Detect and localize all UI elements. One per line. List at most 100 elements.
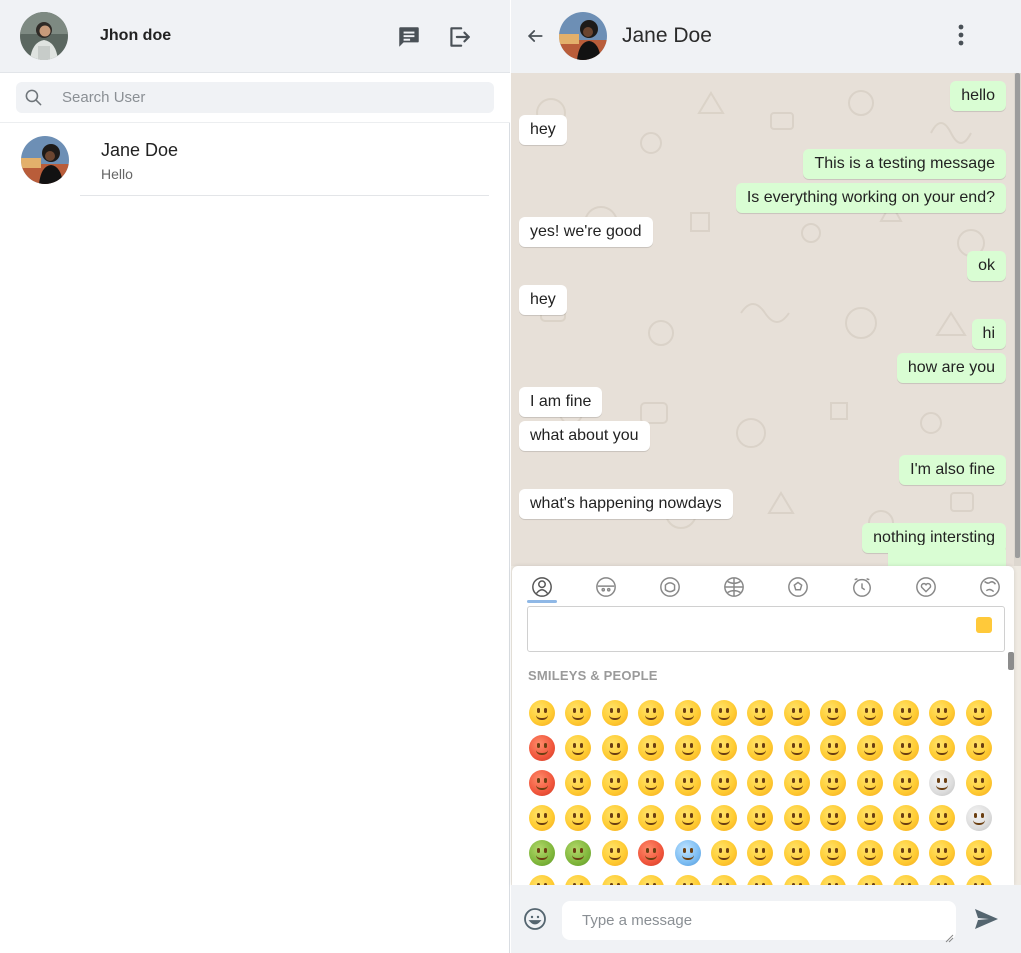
emoji-button[interactable] (929, 735, 955, 761)
emoji-button[interactable] (893, 875, 919, 885)
emoji-button[interactable] (529, 700, 555, 726)
emoji-button[interactable] (529, 840, 555, 866)
emoji-button[interactable] (857, 735, 883, 761)
emoji-button[interactable] (929, 840, 955, 866)
emoji-scrollbar-thumb[interactable] (1008, 652, 1014, 670)
emoji-button[interactable] (893, 840, 919, 866)
emoji-button[interactable] (675, 770, 701, 796)
emoji-button[interactable] (675, 840, 701, 866)
skin-tone-selector[interactable] (976, 617, 992, 633)
emoji-button[interactable] (675, 875, 701, 885)
emoji-button[interactable] (529, 875, 555, 885)
message-list[interactable]: hello hey This is a testing message Is ever… (511, 73, 1021, 566)
emoji-button[interactable] (966, 875, 992, 885)
emoji-button[interactable] (784, 700, 810, 726)
emoji-button[interactable] (747, 770, 773, 796)
emoji-button[interactable] (638, 805, 664, 831)
emoji-button[interactable] (565, 805, 591, 831)
animals-nature-icon[interactable] (595, 576, 617, 598)
emoji-button[interactable] (820, 840, 846, 866)
activities-icon[interactable] (787, 576, 809, 598)
travel-places-icon[interactable] (723, 576, 745, 598)
emoji-button[interactable] (711, 875, 737, 885)
emoji-button[interactable] (565, 700, 591, 726)
emoji-button[interactable] (711, 700, 737, 726)
emoji-button[interactable] (747, 700, 773, 726)
emoji-button[interactable] (565, 875, 591, 885)
chat-icon[interactable] (396, 24, 422, 50)
resize-grip-icon[interactable] (945, 930, 954, 943)
back-arrow-icon[interactable] (525, 26, 545, 46)
emoji-button[interactable] (820, 700, 846, 726)
smileys-people-icon[interactable] (531, 576, 553, 598)
emoji-button[interactable] (929, 700, 955, 726)
emoji-button[interactable] (747, 735, 773, 761)
emoji-button[interactable] (638, 700, 664, 726)
emoji-button[interactable] (565, 735, 591, 761)
message-scrollbar-thumb[interactable] (1015, 73, 1020, 558)
emoji-button[interactable] (602, 700, 628, 726)
emoji-button[interactable] (893, 700, 919, 726)
emoji-button[interactable] (529, 735, 555, 761)
emoji-button[interactable] (893, 735, 919, 761)
emoji-button[interactable] (638, 770, 664, 796)
emoji-button[interactable] (711, 770, 737, 796)
emoji-button[interactable] (820, 735, 846, 761)
message-input[interactable] (562, 901, 956, 940)
emoji-button[interactable] (602, 875, 628, 885)
emoji-button[interactable] (602, 770, 628, 796)
emoji-button[interactable] (893, 770, 919, 796)
emoji-button[interactable] (565, 840, 591, 866)
emoji-button[interactable] (638, 840, 664, 866)
emoji-button[interactable] (929, 875, 955, 885)
send-icon[interactable] (973, 907, 999, 931)
emoji-button[interactable] (966, 735, 992, 761)
flags-icon[interactable] (979, 576, 1001, 598)
emoji-button[interactable] (675, 700, 701, 726)
emoji-button[interactable] (602, 805, 628, 831)
emoji-icon[interactable] (523, 907, 547, 931)
emoji-button[interactable] (857, 770, 883, 796)
emoji-button[interactable] (711, 735, 737, 761)
emoji-button[interactable] (820, 875, 846, 885)
emoji-button[interactable] (565, 770, 591, 796)
emoji-button[interactable] (929, 805, 955, 831)
emoji-button[interactable] (638, 735, 664, 761)
emoji-button[interactable] (711, 840, 737, 866)
search-input[interactable] (62, 82, 482, 113)
emoji-button[interactable] (675, 735, 701, 761)
emoji-button[interactable] (784, 875, 810, 885)
symbols-icon[interactable] (915, 576, 937, 598)
emoji-button[interactable] (784, 770, 810, 796)
emoji-button[interactable] (857, 700, 883, 726)
emoji-button[interactable] (747, 805, 773, 831)
emoji-button[interactable] (857, 840, 883, 866)
emoji-button[interactable] (711, 805, 737, 831)
contact-list-item[interactable]: Jane Doe Hello (0, 126, 510, 198)
emoji-button[interactable] (893, 805, 919, 831)
user-avatar[interactable] (20, 12, 68, 60)
emoji-button[interactable] (966, 770, 992, 796)
emoji-button[interactable] (529, 770, 555, 796)
emoji-button[interactable] (929, 770, 955, 796)
emoji-button[interactable] (747, 840, 773, 866)
emoji-button[interactable] (966, 700, 992, 726)
emoji-button[interactable] (820, 805, 846, 831)
chat-contact-avatar[interactable] (559, 12, 607, 60)
emoji-button[interactable] (784, 735, 810, 761)
emoji-search-input[interactable] (527, 606, 1005, 652)
emoji-button[interactable] (602, 840, 628, 866)
emoji-button[interactable] (966, 805, 992, 831)
emoji-button[interactable] (529, 805, 555, 831)
emoji-button[interactable] (638, 875, 664, 885)
emoji-button[interactable] (784, 805, 810, 831)
emoji-button[interactable] (820, 770, 846, 796)
objects-icon[interactable] (851, 576, 873, 598)
emoji-button[interactable] (784, 840, 810, 866)
emoji-button[interactable] (747, 875, 773, 885)
food-drink-icon[interactable] (659, 576, 681, 598)
more-vert-icon[interactable] (951, 22, 971, 48)
emoji-button[interactable] (966, 840, 992, 866)
emoji-button[interactable] (857, 875, 883, 885)
emoji-button[interactable] (675, 805, 701, 831)
